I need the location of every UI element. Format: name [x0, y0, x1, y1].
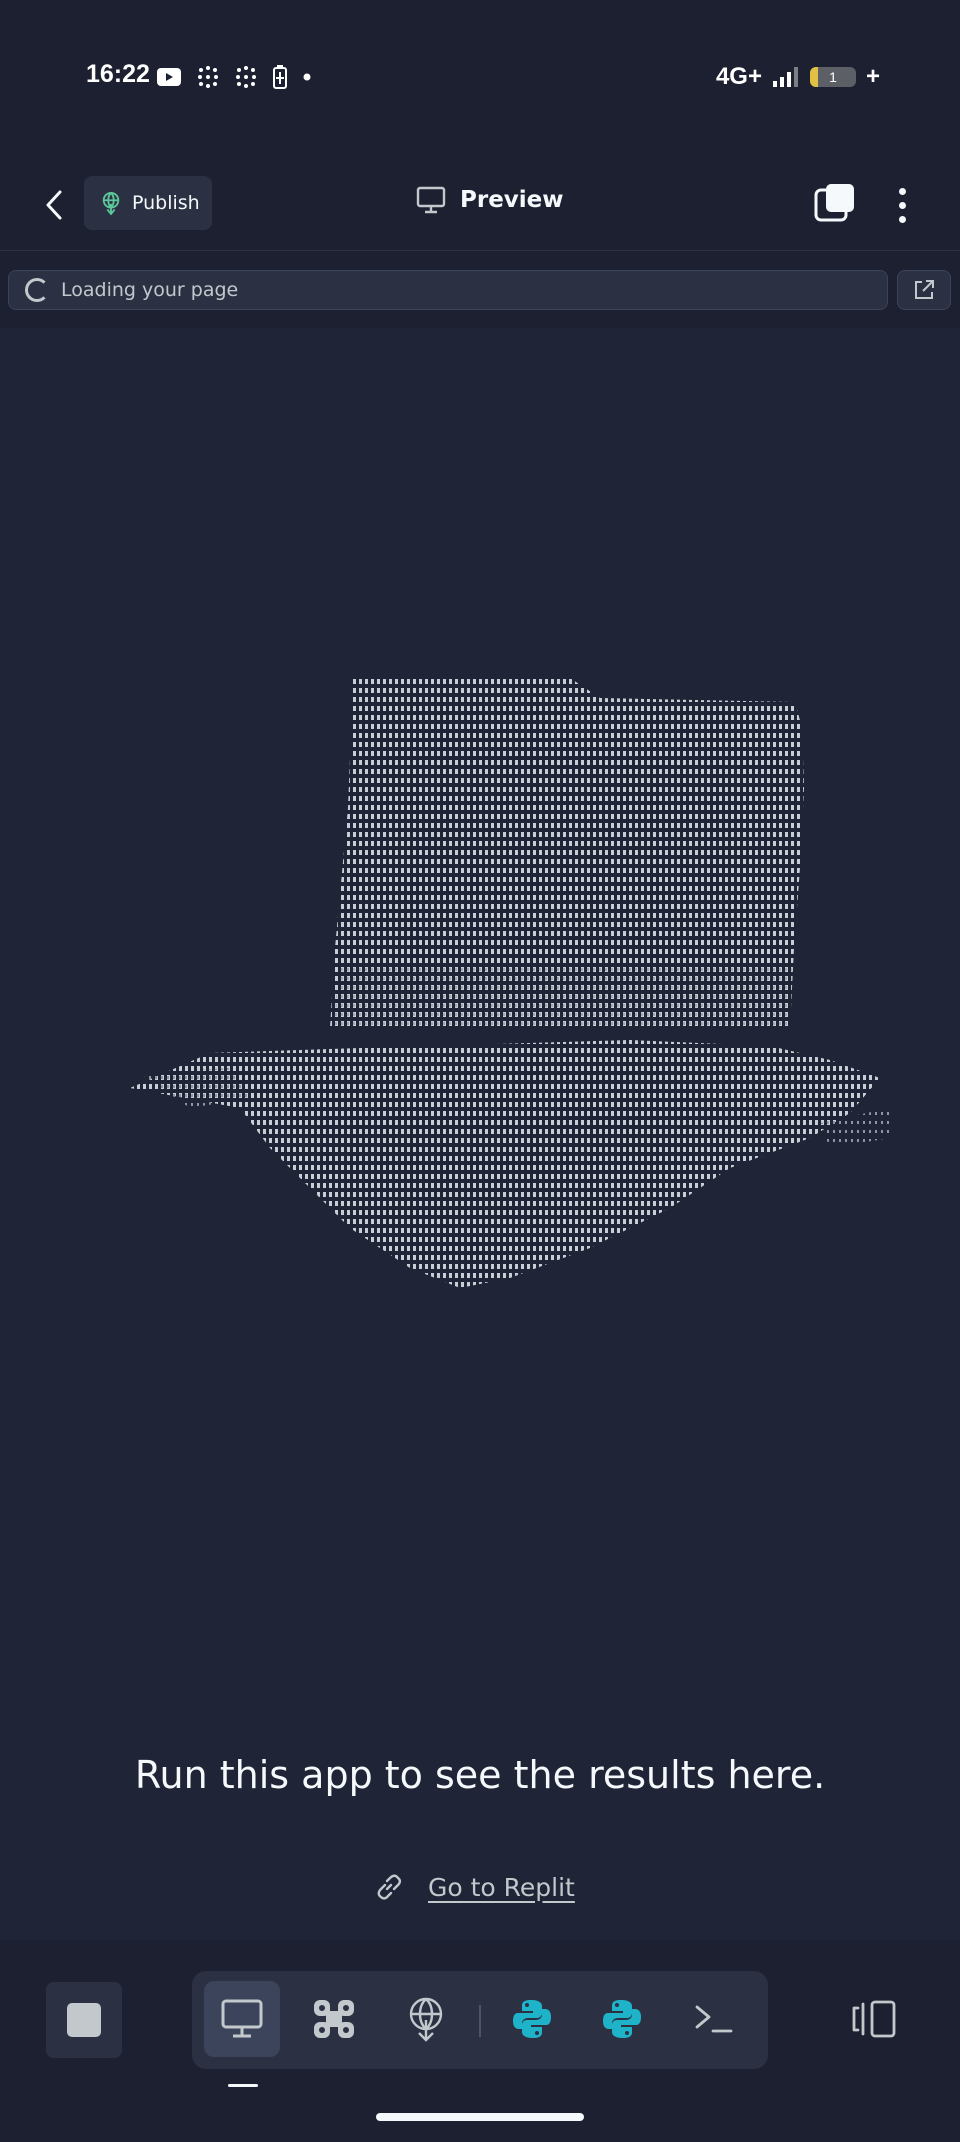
- deployments-tool[interactable]: [388, 1981, 464, 2057]
- back-button[interactable]: [34, 182, 74, 228]
- stop-icon: [67, 2003, 101, 2037]
- dot-icon: [303, 73, 311, 81]
- status-time: 16:22: [86, 60, 150, 88]
- python-tool-2[interactable]: [584, 1981, 660, 2057]
- panel-toggle-icon[interactable]: [850, 1998, 898, 2040]
- external-link-button[interactable]: [897, 270, 951, 310]
- desktop-preview-tool[interactable]: [204, 1981, 280, 2057]
- home-indicator[interactable]: [376, 2113, 584, 2121]
- stop-button[interactable]: [46, 1982, 122, 2058]
- toolbar-separator: [479, 2005, 481, 2037]
- active-tab-indicator: [228, 2084, 258, 2087]
- ascii-art-top-hat: [130, 678, 890, 1288]
- python-icon: [603, 2000, 641, 2038]
- status-bar: 16:22 4G+ 1 +: [0, 0, 960, 160]
- monitor-icon: [416, 186, 446, 214]
- address-bar: Loading your page: [0, 251, 960, 328]
- top-bar: Publish Preview: [0, 160, 960, 251]
- grid-dots-icon: [236, 66, 256, 88]
- deployments-icon: [409, 1997, 443, 2042]
- battery-saver-icon: [273, 65, 287, 89]
- loading-spinner-icon: [25, 278, 49, 302]
- address-field[interactable]: Loading your page: [8, 270, 888, 310]
- loading-status-text: Loading your page: [61, 279, 239, 301]
- back-chevron-icon: [46, 190, 62, 220]
- youtube-icon: [157, 68, 181, 86]
- grid-dots-icon: [198, 66, 218, 88]
- preview-pane: Run this app to see the results here. Go…: [0, 328, 960, 1940]
- preview-label: Preview: [460, 187, 564, 213]
- publish-button[interactable]: Publish: [84, 176, 212, 230]
- external-link-icon: [915, 280, 934, 299]
- run-app-message: Run this app to see the results here.: [134, 1753, 826, 1797]
- network-type: 4G+: [715, 63, 762, 90]
- bottom-toolbar: [0, 1940, 960, 2142]
- status-icons-left: [156, 60, 312, 94]
- tabs-icon[interactable]: [812, 182, 856, 226]
- python-icon: [513, 2000, 551, 2038]
- shell-icon: [695, 2005, 733, 2033]
- signal-icon: [772, 67, 798, 87]
- shell-tool[interactable]: [676, 1981, 752, 2057]
- go-to-replit-label: Go to Replit: [428, 1872, 575, 1902]
- link-icon: [377, 1874, 402, 1900]
- more-vertical-icon[interactable]: [880, 182, 924, 228]
- status-icons-right: 4G+ 1 +: [716, 60, 880, 94]
- tool-group: [192, 1971, 768, 2069]
- workspace-icon: [314, 2000, 354, 2038]
- publish-icon: [102, 192, 120, 215]
- charging-plus-icon: +: [865, 63, 880, 90]
- battery-icon: 1: [809, 67, 856, 87]
- python-tool[interactable]: [494, 1981, 570, 2057]
- desktop-icon: [221, 1999, 263, 2038]
- go-to-replit-link[interactable]: Go to Replit: [374, 1872, 575, 1902]
- workspace-tool[interactable]: [296, 1981, 372, 2057]
- preview-tab[interactable]: Preview: [416, 186, 564, 214]
- publish-label: Publish: [132, 192, 200, 214]
